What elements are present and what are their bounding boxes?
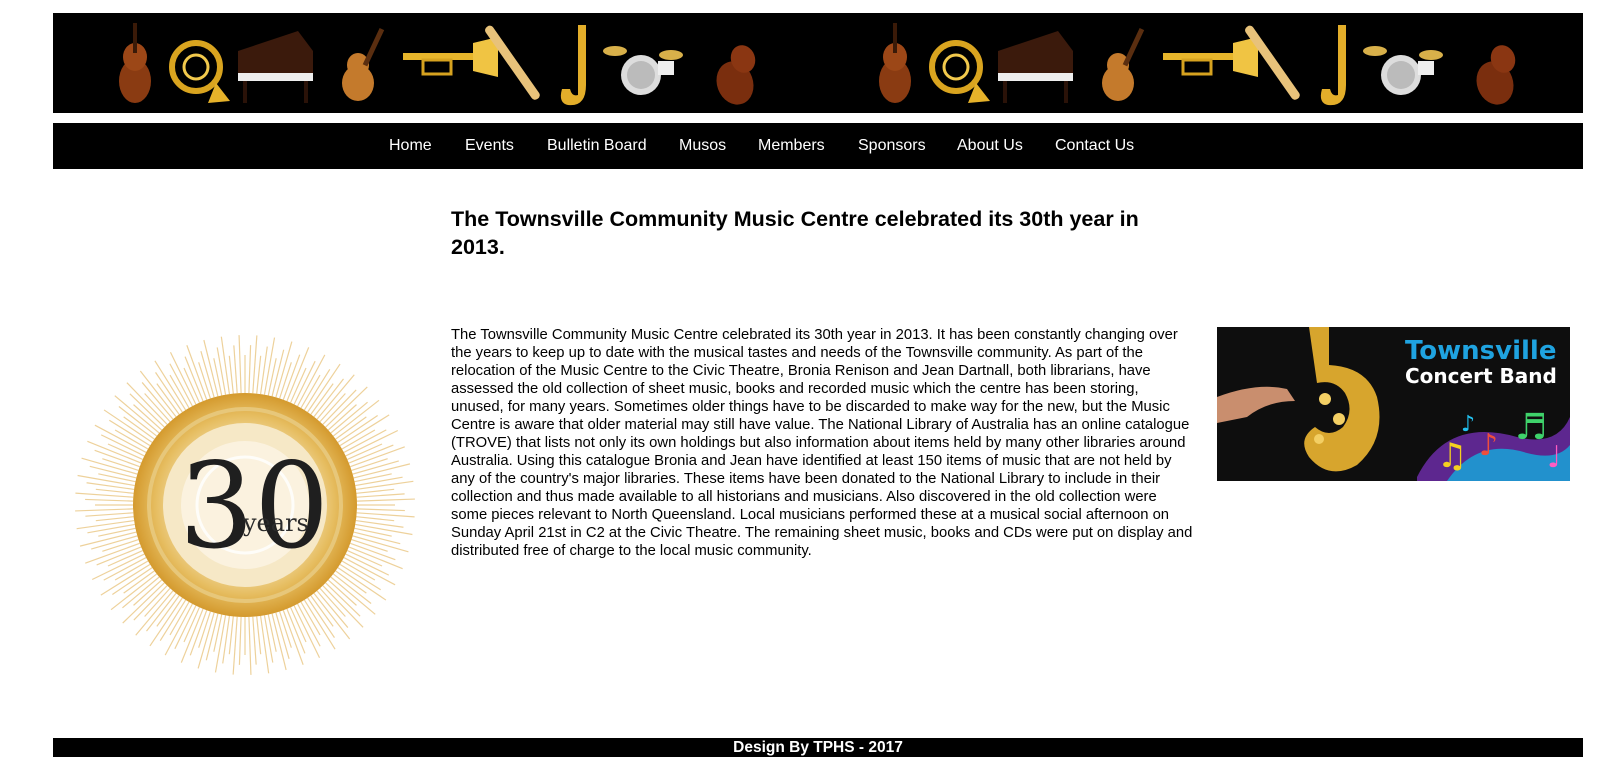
anniversary-30-years-image: 30 years: [65, 325, 425, 685]
instrument-banner-image: [53, 13, 1583, 113]
svg-text:♫: ♫: [1437, 436, 1467, 476]
anniversary-word: years: [242, 509, 309, 537]
nav-bulletin-board-link[interactable]: Bulletin Board: [547, 123, 647, 169]
band-ad-title-line2: Concert Band: [1405, 364, 1557, 388]
nav-contact-us-link[interactable]: Contact Us: [1055, 123, 1134, 169]
anniversary-number: 30: [179, 437, 329, 575]
svg-text:♪: ♪: [1461, 412, 1475, 437]
nav-about-us-link[interactable]: About Us: [957, 123, 1023, 169]
nav-sponsors-link[interactable]: Sponsors: [858, 123, 926, 169]
nav-musos-link[interactable]: Musos: [679, 123, 726, 169]
nav-events-link[interactable]: Events: [465, 123, 514, 169]
svg-text:♬: ♬: [1515, 407, 1547, 448]
article-body: The Townsville Community Music Centre ce…: [451, 327, 1193, 559]
band-ad-title-line1: Townsville: [1405, 336, 1556, 366]
svg-text:♪: ♪: [1479, 428, 1498, 463]
main-navigation: Home Events Bulletin Board Musos Members…: [53, 123, 1583, 169]
footer-credit: Design By TPHS - 2017: [53, 738, 1583, 757]
concert-band-ad[interactable]: Townsville Concert Band ♫ ♪ ♬ ♩ ♪: [1217, 327, 1570, 481]
svg-text:♩: ♩: [1547, 440, 1561, 475]
nav-members-link[interactable]: Members: [758, 123, 825, 169]
page-title: The Townsville Community Music Centre ce…: [451, 207, 1139, 259]
nav-home-link[interactable]: Home: [389, 123, 432, 169]
